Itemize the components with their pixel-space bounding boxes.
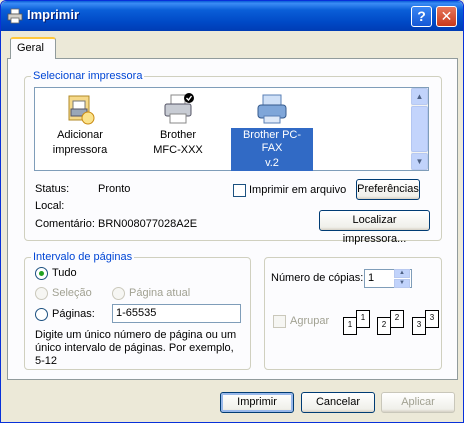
pages-label[interactable]: Páginas: xyxy=(52,308,95,320)
preferences-button[interactable]: Preferências xyxy=(356,179,420,200)
pages-input[interactable]: 1-65535 xyxy=(112,304,241,323)
print-to-file-label[interactable]: Imprimir em arquivo xyxy=(249,184,346,196)
status-label: Status: xyxy=(35,183,70,195)
printer-item-pcfax[interactable]: Brother PC-FAX v.2 xyxy=(231,92,313,171)
current-page-label[interactable]: Página atual xyxy=(129,287,190,299)
all-pages-radio[interactable] xyxy=(35,267,48,280)
default-printer-icon xyxy=(161,92,195,126)
close-button[interactable]: ✕ xyxy=(436,6,457,27)
scroll-thumb[interactable] xyxy=(411,106,428,152)
print-dialog: Imprimir ? ✕ Geral Selecionar impressora… xyxy=(0,0,464,423)
status-value: Pronto xyxy=(98,183,131,195)
printer-mfc-name-1: Brother xyxy=(159,129,197,141)
title-bar[interactable]: Imprimir ? ✕ xyxy=(1,1,463,31)
collate-checkbox[interactable] xyxy=(273,315,286,328)
current-page-radio[interactable] xyxy=(112,287,125,300)
copy-page-2a: 2 xyxy=(377,317,391,335)
printer-add-name-1: Adicionar xyxy=(57,129,103,141)
comment-label: Comentário: xyxy=(35,218,95,230)
all-pages-label[interactable]: Tudo xyxy=(52,267,77,279)
selection-label[interactable]: Seleção xyxy=(52,287,92,299)
printer-add-name-2: impressora xyxy=(52,144,108,156)
add-printer-icon xyxy=(63,92,97,126)
print-to-file-checkbox[interactable] xyxy=(233,184,246,197)
window-title: Imprimir xyxy=(27,7,80,22)
page-range-hint-3: 5-12 xyxy=(35,355,58,367)
printer-pcfax-name-1: Brother PC-FAX xyxy=(231,128,313,156)
apply-button[interactable]: Aplicar xyxy=(381,392,455,413)
copies-label: Número de cópias: xyxy=(271,272,364,284)
collate-label[interactable]: Agrupar xyxy=(290,315,329,327)
tab-geral[interactable]: Geral xyxy=(10,37,56,59)
page-range-group-label: Intervalo de páginas xyxy=(31,251,135,263)
pages-radio[interactable] xyxy=(35,308,48,321)
spin-down-icon[interactable]: ▼ xyxy=(394,279,410,288)
comment-value: BRN008077028A2E xyxy=(98,218,198,230)
copies-stepper[interactable]: ▲ ▼ xyxy=(394,269,410,288)
copy-page-2b: 2 xyxy=(390,310,404,328)
page-range-hint-2: único intervalo de páginas. Por exemplo, xyxy=(35,342,234,354)
printer-mfc-name-2: MFC-XXX xyxy=(153,144,203,156)
spin-up-icon[interactable]: ▲ xyxy=(394,269,410,278)
scroll-up-icon[interactable]: ▲ xyxy=(411,88,428,105)
page-range-hint-1: Digite um único número de página ou um xyxy=(35,329,237,341)
printer-item-add[interactable]: Adicionar impressora xyxy=(39,92,121,158)
fax-printer-icon xyxy=(255,92,289,126)
help-button[interactable]: ? xyxy=(411,6,432,27)
cancel-button[interactable]: Cancelar xyxy=(301,392,375,413)
scroll-down-icon[interactable]: ▼ xyxy=(411,153,428,170)
printer-list-scrollbar[interactable]: ▲ ▼ xyxy=(411,88,428,170)
printer-icon xyxy=(7,8,23,24)
local-label: Local: xyxy=(35,200,65,212)
printer-list[interactable]: Adicionar impressora Brother MFC-XXX Bro… xyxy=(34,87,429,171)
copy-page-3a: 3 xyxy=(412,317,426,335)
copy-page-3b: 3 xyxy=(425,310,439,328)
copy-page-1b: 1 xyxy=(356,310,370,328)
find-printer-button[interactable]: Localizar impressora... xyxy=(319,210,430,245)
copy-page-1a: 1 xyxy=(343,317,357,335)
printer-item-mfc[interactable]: Brother MFC-XXX xyxy=(137,92,219,158)
printer-group-label: Selecionar impressora xyxy=(31,70,145,82)
selection-radio[interactable] xyxy=(35,287,48,300)
printer-pcfax-name-2: v.2 xyxy=(231,156,313,171)
print-button[interactable]: Imprimir xyxy=(220,392,294,413)
